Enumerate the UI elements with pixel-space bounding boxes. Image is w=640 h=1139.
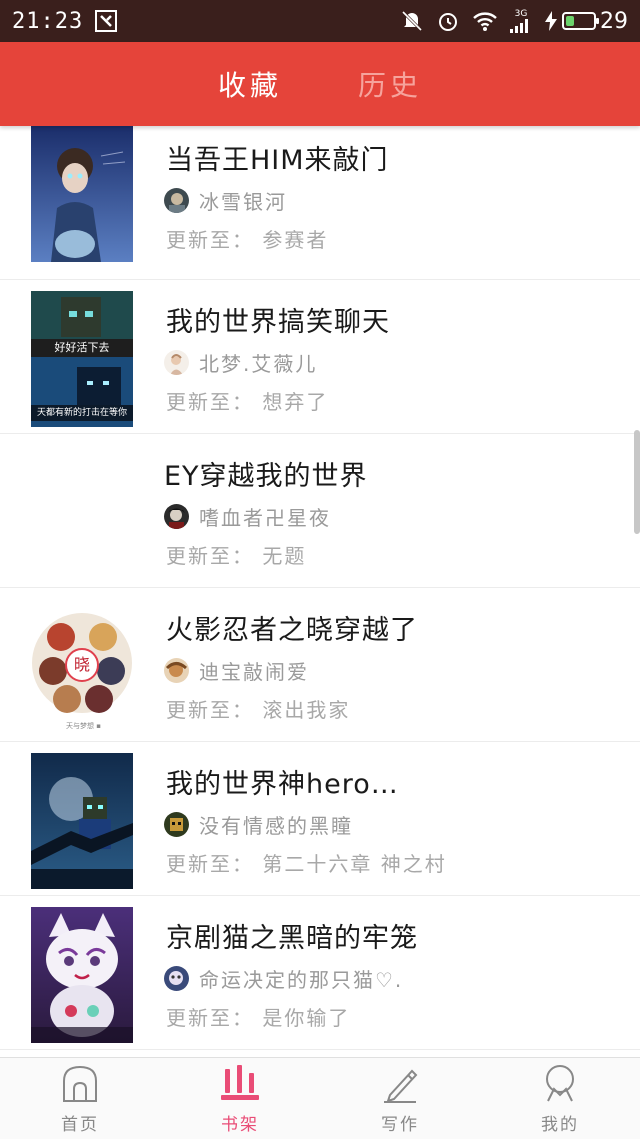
charging-icon bbox=[545, 11, 557, 31]
book-item[interactable]: 当吾王HIM来敲门 冰雪银河 更新至： 参赛者 bbox=[0, 126, 640, 280]
book-title: 我的世界神hero… bbox=[166, 769, 399, 800]
nav-write-label: 写作 bbox=[381, 1114, 419, 1135]
battery-percent: 29 bbox=[600, 8, 628, 34]
book-title: EY穿越我的世界 bbox=[164, 461, 368, 492]
alarm-icon bbox=[436, 9, 460, 33]
bookshelf-icon bbox=[220, 1063, 260, 1108]
book-cover: 天与梦想 ▪ 晓 bbox=[31, 599, 133, 735]
book-title: 京剧猫之黑暗的牢笼 bbox=[166, 923, 418, 954]
cover-caption-bottom: 天都有新的打击在等你 bbox=[36, 408, 127, 418]
author-line: 迪宝敲闹爱 bbox=[164, 656, 309, 685]
status-bar: 21:23 3G 29 bbox=[0, 0, 640, 42]
book-item[interactable]: 京剧猫之黑暗的牢笼 命运决定的那只猫♡. 更新至： 是你输了 bbox=[0, 896, 640, 1050]
battery-icon bbox=[562, 12, 599, 30]
svg-text:天与梦想 ▪: 天与梦想 ▪ bbox=[66, 721, 101, 730]
update-status: 更新至： 滚出我家 bbox=[166, 698, 351, 722]
book-item[interactable]: EY穿越我的世界 嗜血者卍星夜 更新至： 无题 bbox=[0, 434, 640, 588]
home-icon bbox=[60, 1063, 100, 1108]
nav-bookshelf-label: 书架 bbox=[221, 1114, 259, 1135]
book-cover bbox=[31, 126, 133, 262]
scrollbar-thumb[interactable] bbox=[634, 430, 640, 534]
book-title: 当吾王HIM来敲门 bbox=[166, 145, 389, 176]
nav-home[interactable]: 首页 bbox=[0, 1058, 160, 1139]
author-avatar bbox=[164, 658, 189, 683]
author-name: 北梦.艾薇儿 bbox=[199, 352, 318, 376]
author-name: 迪宝敲闹爱 bbox=[199, 660, 309, 684]
signal-icon bbox=[510, 19, 528, 33]
tab-history[interactable]: 历史 bbox=[358, 64, 422, 104]
book-title: 我的世界搞笑聊天 bbox=[166, 307, 390, 338]
book-item[interactable]: 天与梦想 ▪ 晓 火影忍者之晓穿越了 迪宝敲闹爱 更新至： 滚出我家 bbox=[0, 588, 640, 742]
network-type: 3G bbox=[514, 9, 528, 19]
nav-write[interactable]: 写作 bbox=[320, 1058, 480, 1139]
network-indicator: 3G bbox=[510, 9, 532, 33]
update-status: 更新至： 无题 bbox=[166, 544, 307, 568]
wifi-icon bbox=[472, 10, 498, 32]
update-status: 更新至： 第二十六章 神之村 bbox=[166, 852, 447, 876]
update-status: 更新至： 参赛者 bbox=[166, 228, 329, 252]
nav-profile-label: 我的 bbox=[541, 1114, 579, 1135]
update-status: 更新至： 想弃了 bbox=[166, 390, 329, 414]
bottom-nav: 首页 书架 写作 我的 bbox=[0, 1057, 640, 1139]
book-list: 当吾王HIM来敲门 冰雪银河 更新至： 参赛者 好好活下去 天都有新的打击在等你 bbox=[0, 126, 640, 1054]
author-line: 没有情感的黑瞳 bbox=[164, 810, 353, 839]
book-cover bbox=[31, 753, 133, 889]
book-cover bbox=[31, 907, 133, 1043]
author-avatar bbox=[164, 504, 189, 529]
cover-caption-top: 好好活下去 bbox=[54, 341, 110, 354]
book-cover: 好好活下去 天都有新的打击在等你 bbox=[31, 291, 133, 427]
header-tabs: 收藏 历史 bbox=[218, 64, 422, 104]
author-line: 命运决定的那只猫♡. bbox=[164, 964, 403, 993]
book-title: 火影忍者之晓穿越了 bbox=[166, 615, 418, 646]
author-name: 没有情感的黑瞳 bbox=[199, 814, 353, 838]
clock: 21:23 bbox=[12, 8, 84, 34]
author-line: 北梦.艾薇儿 bbox=[164, 348, 317, 377]
app-header: 收藏 历史 bbox=[0, 42, 640, 126]
author-avatar bbox=[164, 188, 189, 213]
book-item[interactable]: 我的世界神hero… 没有情感的黑瞳 更新至： 第二十六章 神之村 bbox=[0, 742, 640, 896]
mute-icon bbox=[400, 9, 424, 33]
battery: 29 bbox=[544, 9, 628, 34]
author-name: 嗜血者卍星夜 bbox=[199, 506, 331, 530]
nav-bookshelf[interactable]: 书架 bbox=[160, 1058, 320, 1139]
author-avatar bbox=[164, 812, 189, 837]
nav-home-label: 首页 bbox=[61, 1114, 99, 1135]
author-avatar bbox=[164, 966, 189, 991]
book-item[interactable]: 好好活下去 天都有新的打击在等你 我的世界搞笑聊天 北梦.艾薇儿 更新至： 想弃… bbox=[0, 280, 640, 434]
pencil-icon bbox=[380, 1063, 420, 1108]
author-name: 冰雪银河 bbox=[199, 190, 287, 214]
screenshot-icon bbox=[95, 10, 118, 32]
author-line: 嗜血者卍星夜 bbox=[164, 502, 331, 531]
author-avatar bbox=[164, 350, 189, 375]
nav-profile[interactable]: 我的 bbox=[480, 1058, 640, 1139]
book-item[interactable] bbox=[0, 1050, 640, 1054]
author-name: 命运决定的那只猫♡. bbox=[199, 968, 404, 992]
profile-icon bbox=[540, 1063, 580, 1108]
tab-favorites[interactable]: 收藏 bbox=[218, 64, 282, 104]
cover-center-text: 晓 bbox=[73, 655, 90, 674]
author-line: 冰雪银河 bbox=[164, 186, 287, 215]
update-status: 更新至： 是你输了 bbox=[166, 1006, 351, 1030]
